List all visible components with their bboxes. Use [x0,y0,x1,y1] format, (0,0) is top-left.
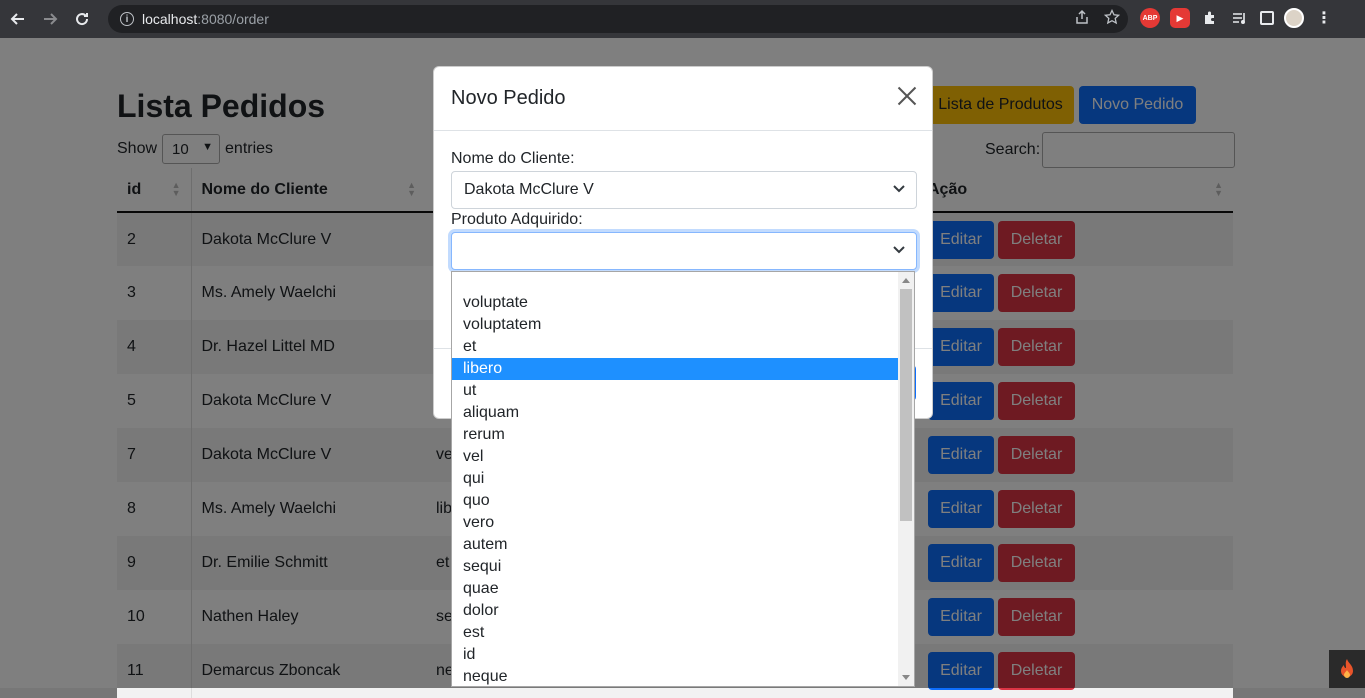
scroll-up-arrow-icon[interactable] [902,278,910,283]
modal-header: Novo Pedido [434,67,932,131]
reload-icon[interactable] [68,5,96,33]
dropdown-option[interactable]: rerum [452,424,899,446]
product-label: Produto Adquirido: [451,211,583,228]
dropdown-option[interactable]: quae [452,578,899,600]
flame-icon[interactable] [1329,650,1365,688]
modal-title: Novo Pedido [451,87,566,109]
adblock-icon[interactable]: ABP [1140,8,1160,28]
sidebar-icon[interactable] [1260,11,1274,25]
menu-icon[interactable]: ⋮ [1314,8,1334,28]
info-icon[interactable]: i [120,12,134,26]
share-icon[interactable] [1074,9,1090,29]
chevron-down-icon [892,243,905,254]
dropdown-option[interactable]: qui [452,468,899,490]
dropdown-option[interactable]: voluptate [452,292,899,314]
dropdown-option[interactable]: quo [452,490,899,512]
product-select[interactable] [451,232,917,270]
dropdown-option[interactable]: voluptatem [452,314,899,336]
scroll-thumb[interactable] [900,289,912,521]
close-icon[interactable] [896,85,918,107]
dropdown-option[interactable]: et [452,336,899,358]
dropdown-option[interactable]: est [452,622,899,644]
puzzle-icon[interactable] [1200,8,1220,28]
dropdown-option[interactable]: ut [452,380,899,402]
client-select[interactable]: Dakota McClure V [451,171,917,209]
url-path: :8080/order [197,11,269,27]
back-icon[interactable] [4,5,32,33]
client-label: Nome do Cliente: [451,150,575,167]
url-host: localhost [142,11,198,27]
dropdown-option[interactable]: vero [452,512,899,534]
media-icon[interactable] [1230,8,1250,28]
dropdown-option[interactable]: aliquam [452,402,899,424]
dropdown-option[interactable]: libero [452,358,899,380]
address-bar[interactable]: i localhost:8080/order [108,5,1128,33]
star-icon[interactable] [1103,8,1121,29]
dropdown-option[interactable]: neque [452,666,899,686]
chevron-down-icon [892,182,905,193]
client-select-value: Dakota McClure V [464,181,594,198]
forward-icon[interactable] [36,5,64,33]
avatar[interactable] [1284,8,1304,28]
product-options-list[interactable]: voluptate voluptatem et libero ut aliquam reru… [451,271,915,687]
dropdown-option[interactable]: autem [452,534,899,556]
scrollbar[interactable] [898,272,914,686]
dropdown-option[interactable]: vel [452,446,899,468]
browser-toolbar: i localhost:8080/order ABP ▶ ⋮ [0,0,1365,38]
dropdown-option[interactable]: id [452,644,899,666]
youtube-icon[interactable]: ▶ [1170,8,1190,28]
scroll-down-arrow-icon[interactable] [902,675,910,680]
dropdown-option[interactable]: dolor [452,600,899,622]
dropdown-option[interactable]: sequi [452,556,899,578]
